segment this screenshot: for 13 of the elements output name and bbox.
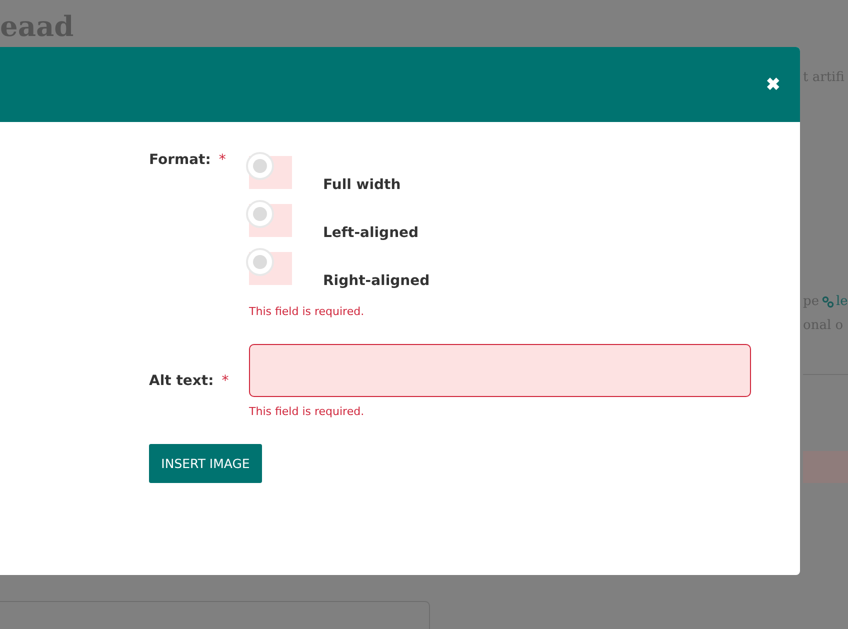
alt-text-field[interactable] [249, 344, 751, 397]
option-label[interactable]: Right-aligned [323, 273, 430, 289]
option-label[interactable]: Left-aligned [323, 225, 419, 241]
option-label[interactable]: Full width [323, 177, 401, 193]
error-message: This field is required. [249, 305, 366, 318]
close-button[interactable]: ✖ [766, 76, 780, 93]
field-label: Format: [149, 152, 211, 168]
field-label: Alt text: [149, 372, 214, 388]
required-mark: * [222, 372, 229, 388]
link-icon [822, 296, 834, 308]
insert-image-button[interactable]: INSERT IMAGE [149, 444, 262, 483]
error-message: This field is required. [249, 405, 366, 418]
required-mark: * [218, 152, 226, 168]
